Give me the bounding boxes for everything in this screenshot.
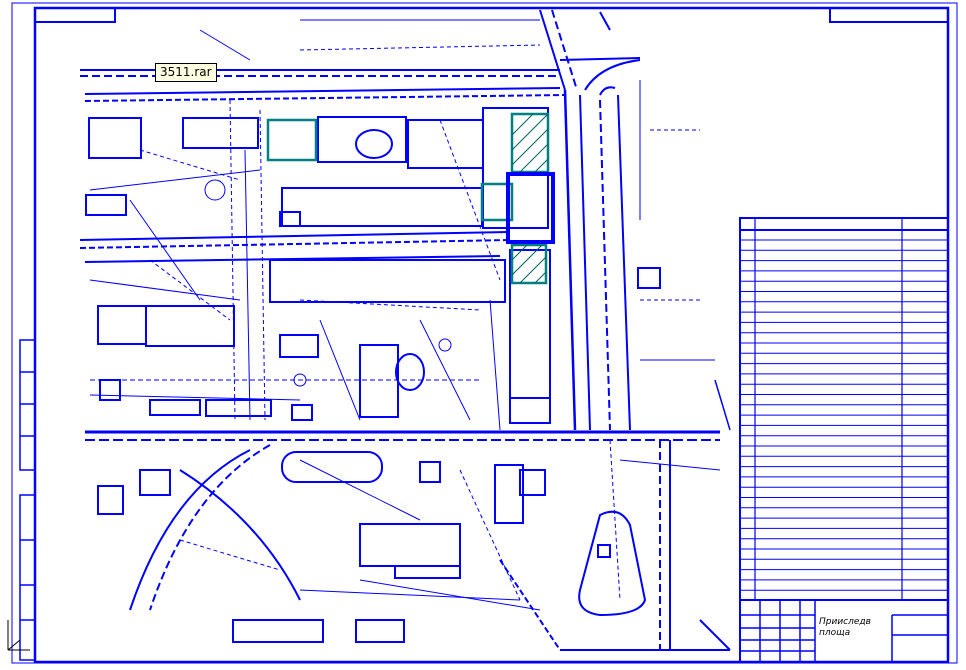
site-plan-drawing [7, 2, 958, 664]
round-features [281, 129, 647, 617]
top-left-stamp [34, 7, 116, 23]
roads [79, 9, 731, 651]
main-structure-outline [506, 172, 555, 244]
title-block-title: Прииследв площа [819, 617, 871, 638]
3d-axis-icon [7, 620, 30, 651]
legend-table [739, 217, 949, 601]
legend-rows [740, 239, 948, 591]
sheet-inner-frame [33, 6, 950, 664]
top-right-stamp [829, 7, 949, 23]
left-margin-stamp [19, 339, 36, 661]
file-tooltip: 3511.rar [155, 63, 217, 82]
hatched-areas [511, 113, 549, 284]
